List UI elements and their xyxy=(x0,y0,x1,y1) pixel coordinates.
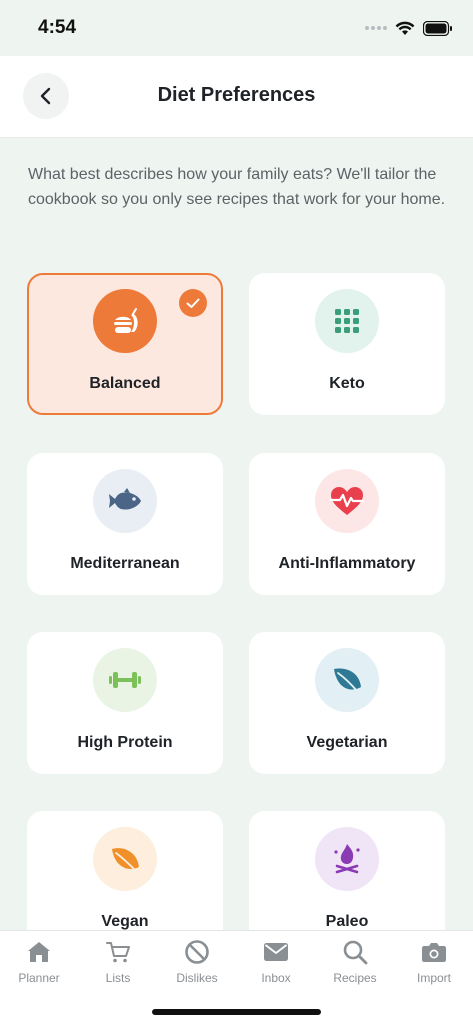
diet-label: High Protein xyxy=(77,734,173,751)
tab-planner[interactable]: Planner xyxy=(0,939,78,987)
tab-lists[interactable]: Lists xyxy=(79,939,157,987)
tab-import[interactable]: Import xyxy=(395,939,473,987)
tab-label: Lists xyxy=(105,971,131,985)
check-icon xyxy=(186,298,200,308)
diet-label: Anti-Inflammatory xyxy=(278,555,416,572)
cart-icon xyxy=(105,939,131,965)
leaf-icon xyxy=(315,648,379,712)
diet-grid: Balanced Keto Mediterranean Anti-Inflamm… xyxy=(0,0,473,930)
tab-label: Recipes xyxy=(333,971,377,985)
diet-card-anti-inflammatory[interactable]: Anti-Inflammatory xyxy=(249,453,445,595)
home-indicator xyxy=(152,1009,321,1015)
selected-check xyxy=(179,289,207,317)
diet-card-mediterranean[interactable]: Mediterranean xyxy=(27,453,223,595)
heartbeat-icon xyxy=(315,469,379,533)
tab-label: Dislikes xyxy=(176,971,218,985)
diet-label: Paleo xyxy=(325,913,369,930)
tab-label: Inbox xyxy=(261,971,291,985)
diet-card-balanced[interactable]: Balanced xyxy=(27,273,223,415)
diet-card-vegan[interactable]: Vegan xyxy=(27,811,223,930)
tab-label: Planner xyxy=(18,971,60,985)
tab-label: Import xyxy=(416,971,451,985)
keto-dots-icon xyxy=(315,289,379,353)
home-icon xyxy=(26,939,52,965)
search-icon xyxy=(342,939,368,965)
diet-card-vegetarian[interactable]: Vegetarian xyxy=(249,632,445,774)
diet-label: Mediterranean xyxy=(70,555,180,572)
campfire-icon xyxy=(315,827,379,891)
balanced-food-icon xyxy=(93,289,157,353)
dumbbell-icon xyxy=(93,648,157,712)
tab-recipes[interactable]: Recipes xyxy=(316,939,394,987)
diet-card-high-protein[interactable]: High Protein xyxy=(27,632,223,774)
vegan-leaf-icon xyxy=(93,827,157,891)
diet-label: Balanced xyxy=(89,375,161,392)
diet-card-keto[interactable]: Keto xyxy=(249,273,445,415)
camera-icon xyxy=(421,939,447,965)
tab-dislikes[interactable]: Dislikes xyxy=(158,939,236,987)
diet-label: Vegetarian xyxy=(306,734,388,751)
ban-icon xyxy=(184,939,210,965)
diet-label: Keto xyxy=(329,375,365,392)
diet-label: Vegan xyxy=(101,913,149,930)
diet-card-paleo[interactable]: Paleo xyxy=(249,811,445,930)
fish-icon xyxy=(93,469,157,533)
tab-inbox[interactable]: Inbox xyxy=(237,939,315,987)
mail-icon xyxy=(263,939,289,965)
